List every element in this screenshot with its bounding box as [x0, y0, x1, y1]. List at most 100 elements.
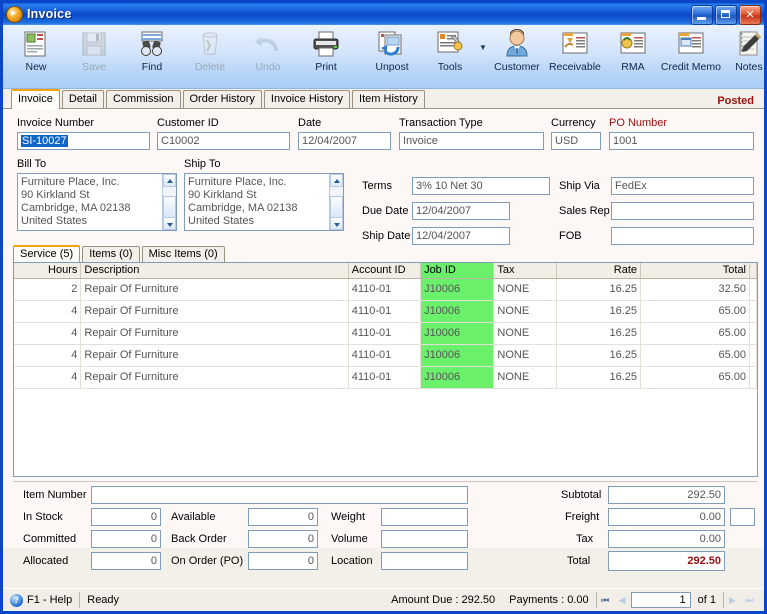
available-input[interactable]: 0: [248, 508, 318, 526]
weight-input[interactable]: [381, 508, 468, 526]
scroll-thumb[interactable]: [330, 196, 343, 218]
location-label: Location: [331, 555, 373, 567]
invoice-app-icon: [6, 5, 23, 23]
toolbar-rma-button[interactable]: RMA: [604, 25, 662, 75]
bill-to-textarea[interactable]: Furniture Place, Inc. 90 Kirkland St Cam…: [17, 173, 177, 231]
due-date-input[interactable]: 12/04/2007: [412, 202, 510, 220]
freight-code-input[interactable]: [730, 508, 755, 526]
in-stock-label: In Stock: [23, 511, 63, 523]
customer-id-input[interactable]: C10002: [157, 132, 290, 150]
sales-rep-input[interactable]: [611, 202, 754, 220]
fob-input[interactable]: [611, 227, 754, 245]
table-row[interactable]: 2 Repair Of Furniture 4110-01 J10006 NON…: [14, 279, 757, 301]
page-of-label: of 1: [697, 594, 716, 606]
nav-last-icon[interactable]: ⏭: [741, 592, 758, 608]
tab-detail[interactable]: Detail: [61, 90, 104, 108]
volume-input[interactable]: [381, 530, 468, 548]
line-items-grid[interactable]: Hours Description Account ID Job ID Tax …: [13, 262, 758, 477]
location-input[interactable]: [381, 552, 468, 570]
grid-header-description[interactable]: Description: [81, 263, 349, 278]
customer-person-icon: [501, 29, 533, 59]
bill-to-scrollbar[interactable]: [162, 174, 176, 230]
in-stock-input[interactable]: 0: [91, 508, 161, 526]
cell-account-id: 4110-01: [349, 279, 422, 300]
grid-header-hours[interactable]: Hours: [14, 263, 82, 278]
lower-panel-divider: [13, 481, 758, 482]
toolbar-print-button[interactable]: Print: [297, 25, 355, 75]
toolbar-new-button[interactable]: New: [7, 25, 65, 75]
scroll-up-icon[interactable]: [330, 174, 343, 187]
scroll-down-icon[interactable]: [330, 217, 343, 230]
toolbar-delete-button[interactable]: Delete: [181, 25, 239, 75]
toolbar-save-button[interactable]: Save: [65, 25, 123, 75]
tab-invoice-history[interactable]: Invoice History: [263, 90, 351, 108]
toolbar-unpost-button[interactable]: Unpost: [363, 25, 421, 75]
scroll-up-icon[interactable]: [163, 174, 176, 187]
ship-to-scrollbar[interactable]: [329, 174, 343, 230]
back-order-input[interactable]: 0: [248, 530, 318, 548]
tax-value: 0.00: [608, 530, 725, 548]
ship-to-line-4: United States: [188, 215, 255, 227]
toolbar-undo-label: Undo: [255, 61, 281, 73]
toolbar-notes-button[interactable]: Notes: [720, 25, 767, 75]
toolbar-tools-button[interactable]: Tools: [421, 25, 479, 75]
page-number-input[interactable]: 1: [630, 592, 691, 608]
minimize-button[interactable]: [691, 5, 713, 25]
tools-dropdown-arrow-icon[interactable]: ▼: [479, 43, 487, 52]
subtotal-value: 292.50: [608, 486, 725, 504]
terms-input[interactable]: 3% 10 Net 30: [412, 177, 550, 195]
tab-commission[interactable]: Commission: [105, 90, 181, 108]
nav-first-icon[interactable]: ⏮: [597, 592, 614, 608]
table-row[interactable]: 4 Repair Of Furniture 4110-01 J10006 NON…: [14, 345, 757, 367]
ship-to-textarea[interactable]: Furniture Place, Inc. 90 Kirkland St Cam…: [184, 173, 344, 231]
toolbar-customer-button[interactable]: Customer: [488, 25, 546, 75]
scroll-thumb[interactable]: [163, 196, 176, 218]
customer-id-label: Customer ID: [157, 117, 219, 129]
grid-tab-misc-items[interactable]: Misc Items (0): [141, 246, 225, 263]
grid-header-job-id[interactable]: Job ID: [421, 263, 495, 278]
allocated-input[interactable]: 0: [91, 552, 161, 570]
committed-input[interactable]: 0: [91, 530, 161, 548]
close-button[interactable]: ✕: [739, 5, 761, 25]
grid-header-tax[interactable]: Tax: [494, 263, 557, 278]
ship-date-input[interactable]: 12/04/2007: [412, 227, 510, 245]
bill-to-label: Bill To: [17, 158, 47, 170]
toolbar-customer-label: Customer: [494, 61, 540, 73]
invoice-number-input[interactable]: SI-10027: [17, 132, 150, 150]
grid-header-total[interactable]: Total: [641, 263, 751, 278]
cell-rate: 16.25: [557, 279, 642, 300]
grid-header-account-id[interactable]: Account ID: [349, 263, 422, 278]
transaction-type-input[interactable]: Invoice: [399, 132, 544, 150]
freight-input[interactable]: 0.00: [608, 508, 725, 526]
grid-header-row: Hours Description Account ID Job ID Tax …: [14, 263, 757, 279]
maximize-button[interactable]: [715, 5, 737, 25]
cell-job-id: J10006: [421, 345, 495, 366]
tab-item-history[interactable]: Item History: [352, 90, 425, 108]
item-number-input[interactable]: [91, 486, 468, 504]
po-number-input[interactable]: 1001: [609, 132, 754, 150]
nav-next-icon[interactable]: ▶: [724, 592, 741, 608]
help-segment[interactable]: ? F1 - Help: [3, 592, 79, 608]
toolbar-receivable-button[interactable]: Receivable: [546, 25, 604, 75]
grid-header-rate[interactable]: Rate: [557, 263, 642, 278]
table-row[interactable]: 4 Repair Of Furniture 4110-01 J10006 NON…: [14, 301, 757, 323]
cell-job-id: J10006: [421, 367, 495, 388]
grid-tab-service[interactable]: Service (5): [13, 245, 81, 263]
toolbar-find-button[interactable]: Find: [123, 25, 181, 75]
toolbar-credit-memo-button[interactable]: Credit Memo: [661, 25, 721, 75]
table-row[interactable]: 4 Repair Of Furniture 4110-01 J10006 NON…: [14, 367, 757, 389]
scroll-down-icon[interactable]: [163, 217, 176, 230]
notes-pencil-icon: [733, 29, 765, 59]
tab-invoice[interactable]: Invoice: [11, 89, 60, 109]
ship-via-input[interactable]: FedEx: [611, 177, 754, 195]
nav-prev-icon[interactable]: ◀: [614, 592, 631, 608]
tab-order-history[interactable]: Order History: [182, 90, 262, 108]
date-input[interactable]: 12/04/2007: [298, 132, 391, 150]
table-row[interactable]: 4 Repair Of Furniture 4110-01 J10006 NON…: [14, 323, 757, 345]
ship-to-line-2: 90 Kirkland St: [188, 189, 257, 201]
tax-label: Tax: [576, 533, 594, 545]
on-order-input[interactable]: 0: [248, 552, 318, 570]
toolbar-undo-button[interactable]: Undo: [239, 25, 297, 75]
currency-input[interactable]: USD: [551, 132, 601, 150]
grid-tab-items[interactable]: Items (0): [82, 246, 140, 263]
